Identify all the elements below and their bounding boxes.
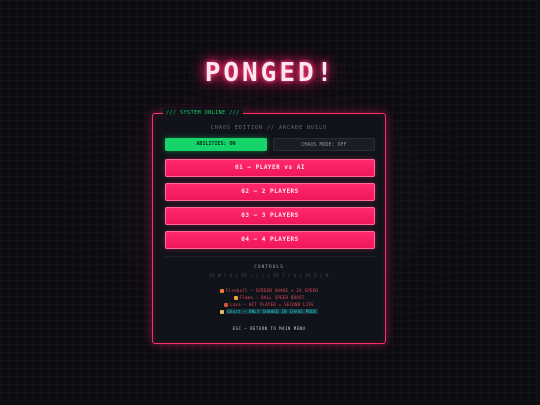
panel-subtitle: CHAOS EDITION // ARCADE BUILD — [210, 125, 328, 131]
section-divider — [165, 256, 375, 257]
powerup-fireball-text: Fireball — SCREEN SHAKE + 2X SPEED — [225, 288, 319, 293]
game-title: PONGED! — [204, 58, 336, 88]
mode-player-vs-ai-button[interactable]: 01 — PLAYER vs AI — [165, 159, 375, 177]
powerup-lava: Lava — HIT PLAYER = SECOND LIFE — [153, 302, 385, 308]
lava-icon — [224, 303, 229, 307]
powerup-flame: Flame — BALL SPEED BOOST — [153, 295, 385, 301]
controls-heading: CONTROLS — [254, 265, 284, 270]
ghost-icon — [220, 310, 225, 314]
controls-keys: P1 W / S | P2 ↑ / ↓ | P3 T / G | P4 I / … — [209, 273, 329, 278]
fireball-icon — [219, 289, 224, 293]
powerup-ghost-text: Ghost — ONLY SHOWED IN CHAOS MODE — [226, 309, 318, 314]
flame-icon — [233, 296, 238, 300]
chaos-mode-toggle[interactable]: CHAOS MODE: OFF — [273, 138, 375, 151]
system-status-tag: /// SYSTEM ONLINE /// — [163, 108, 243, 118]
powerup-ghost: Ghost — ONLY SHOWED IN CHAOS MODE — [153, 309, 385, 315]
abilities-toggle[interactable]: ABILITIES: ON — [165, 138, 267, 151]
main-menu-panel: /// SYSTEM ONLINE /// CHAOS EDITION // A… — [152, 108, 386, 344]
powerup-lava-text: Lava — HIT PLAYER = SECOND LIFE — [230, 302, 314, 307]
mode-2-players-button[interactable]: 02 — 2 PLAYERS — [165, 183, 375, 201]
powerup-fireball: Fireball — SCREEN SHAKE + 2X SPEED — [153, 288, 385, 294]
mode-3-players-button[interactable]: 03 — 3 PLAYERS — [165, 207, 375, 225]
powerup-flame-text: Flame — BALL SPEED BOOST — [239, 295, 305, 300]
mode-4-players-button[interactable]: 04 — 4 PLAYERS — [165, 231, 375, 249]
esc-hint: ESC — RETURN TO MAIN MENU — [232, 326, 306, 331]
